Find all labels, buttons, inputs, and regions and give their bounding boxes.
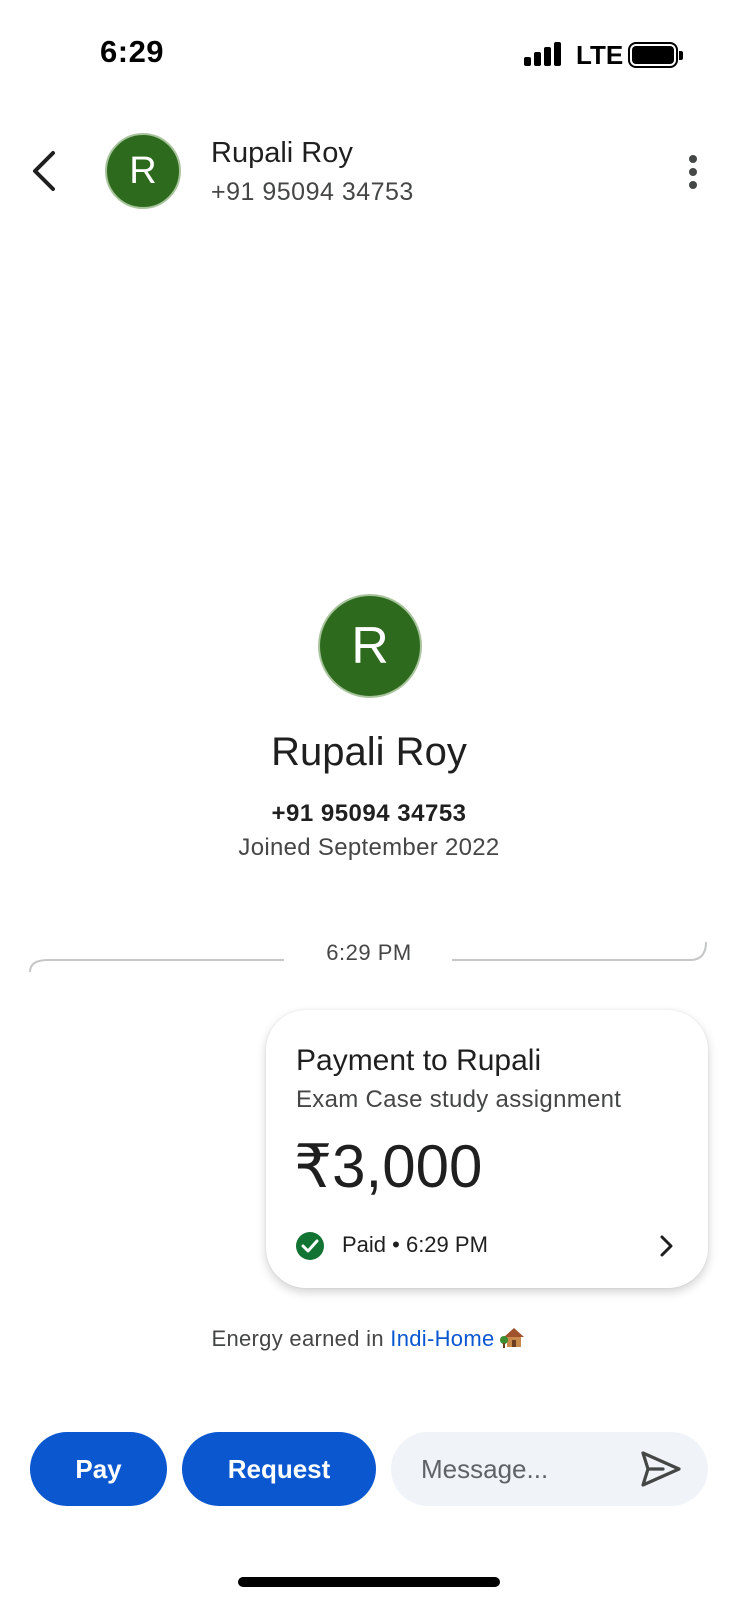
house-icon: [500, 1328, 525, 1348]
profile-avatar: R: [318, 594, 422, 698]
send-icon[interactable]: [639, 1449, 683, 1489]
payment-note: Exam Case study assignment: [296, 1086, 622, 1113]
status-time: 6:29: [100, 34, 165, 69]
check-circle-icon: [296, 1232, 324, 1260]
home-indicator: [238, 1577, 500, 1587]
chevron-left-icon: [33, 151, 55, 191]
more-options-button[interactable]: [678, 148, 708, 196]
chevron-right-icon: [660, 1235, 673, 1257]
contact-phone: +91 95094 34753: [211, 178, 414, 206]
energy-prefix: Energy earned in: [211, 1326, 391, 1351]
message-timestamp: 6:29 PM: [326, 940, 412, 965]
contact-name[interactable]: Rupali Roy: [211, 137, 353, 170]
pay-button[interactable]: Pay: [30, 1432, 167, 1506]
payment-status: Paid • 6:29 PM: [342, 1232, 488, 1257]
payment-title: Payment to Rupali: [296, 1044, 542, 1077]
profile-phone: +91 95094 34753: [271, 800, 467, 827]
signal-icon: [524, 42, 564, 66]
contact-avatar[interactable]: R: [105, 133, 181, 209]
profile-joined-date: Joined September 2022: [238, 834, 500, 861]
network-label: LTE: [576, 40, 624, 70]
profile-name: Rupali Roy: [271, 730, 467, 774]
indi-home-link[interactable]: Indi-Home: [390, 1326, 494, 1351]
battery-icon: [628, 42, 683, 68]
back-button[interactable]: [22, 146, 66, 196]
payment-amount: ₹3,000: [294, 1133, 483, 1200]
energy-earned-text: Energy earned in Indi-Home: [0, 1326, 738, 1352]
message-input[interactable]: [421, 1432, 631, 1506]
message-composer: [391, 1432, 708, 1506]
payment-card[interactable]: Payment to Rupali Exam Case study assign…: [266, 1010, 708, 1288]
request-button[interactable]: Request: [182, 1432, 376, 1506]
more-vert-icon: [689, 155, 697, 163]
